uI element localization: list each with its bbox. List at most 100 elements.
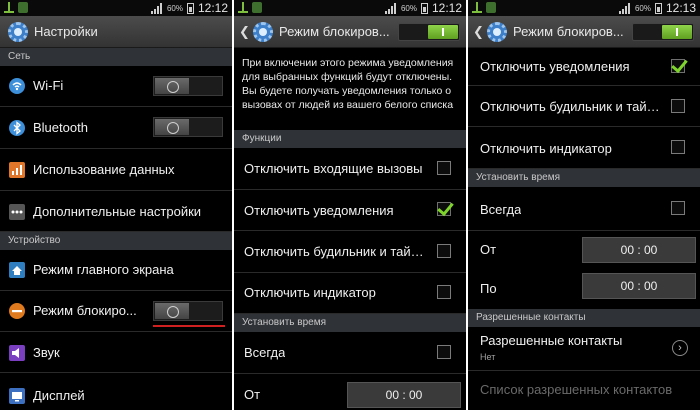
wifi-toggle[interactable] [153,76,223,96]
notification-icon [18,2,28,13]
blocking-mode-toggle[interactable] [153,301,223,321]
blocking-mode-icon [9,303,25,319]
time-from-row: От 00 : 00 [234,374,466,410]
status-bar: 60% 12:13 [468,0,700,16]
home-screen-label: Режим главного экрана [33,262,174,277]
settings-item-sound[interactable]: Звук [0,332,232,373]
to-time-field[interactable]: 00 : 00 [582,273,696,299]
to-label: По [480,281,497,296]
settings-screen: 60% 12:12 Настройки Сеть Wi-Fi Bluetooth… [0,0,232,410]
disable-indicator-label: Отключить индикатор [244,285,376,300]
battery-percent: 60% [166,3,183,13]
disable-alarm-checkbox[interactable] [437,244,451,258]
always-checkbox[interactable] [671,201,685,215]
always-checkbox[interactable] [437,345,451,359]
battery-icon [186,2,194,14]
signal-icon [384,2,397,14]
option-disable-indicator[interactable]: Отключить индикатор [468,127,700,169]
signal-icon [150,2,163,14]
settings-gear-icon [487,22,507,42]
section-header-functions: Функции [234,130,466,148]
option-disable-indicator[interactable]: Отключить индикатор [234,273,466,314]
battery-percent: 60% [400,3,417,13]
disable-incoming-calls-checkbox[interactable] [437,161,451,175]
settings-item-more-settings[interactable]: Дополнительные настройки [0,191,232,232]
allowed-contacts-list-label: Список разрешенных контактов [480,382,673,397]
bluetooth-icon [9,120,25,136]
from-time-field[interactable]: 00 : 00 [582,237,696,263]
from-label: От [480,242,497,257]
settings-item-bluetooth[interactable]: Bluetooth [0,107,232,149]
option-disable-notifications[interactable]: Отключить уведомления [234,190,466,231]
red-underline [153,325,225,327]
option-disable-alarm[interactable]: Отключить будильник и таймер [234,231,466,273]
section-header-allowed-contacts: Разрешенные контакты [468,309,700,327]
blocking-mode-screen-scrolled: 60% 12:13 ❮ Режим блокиров... Отключить … [468,0,700,410]
disable-alarm-checkbox[interactable] [671,99,685,113]
title-bar: Настройки [0,16,232,48]
settings-gear-icon [253,22,273,42]
usb-icon [238,2,248,13]
sound-icon [9,345,25,361]
signal-icon [618,2,631,14]
settings-item-home-screen[interactable]: Режим главного экрана [0,250,232,291]
always-label: Всегда [244,345,286,360]
settings-item-display[interactable]: Дисплей [0,373,232,410]
section-header-network: Сеть [0,48,232,66]
blocking-mode-master-toggle[interactable] [398,23,460,41]
bluetooth-label: Bluetooth [33,120,88,135]
section-header-device: Устройство [0,232,232,250]
disable-alarm-label: Отключить будильник и таймер [480,99,662,114]
more-settings-label: Дополнительные настройки [33,204,202,219]
blocking-mode-label: Режим блокиро... [33,303,137,318]
display-icon [9,388,25,404]
notification-icon [486,2,496,13]
disable-indicator-checkbox[interactable] [437,285,451,299]
home-icon [9,262,25,278]
title-bar: ❮ Режим блокиров... [468,16,700,48]
display-label: Дисплей [33,388,85,403]
title-bar: ❮ Режим блокиров... [234,16,466,48]
page-title: Режим блокиров... [279,24,389,39]
disable-indicator-checkbox[interactable] [671,140,685,154]
from-label: От [244,387,261,402]
back-chevron-icon[interactable]: ❮ [239,25,250,39]
option-allowed-contacts[interactable]: Разрешенные контакты Нет › [468,327,700,371]
sound-label: Звук [33,345,60,360]
page-title: Настройки [34,24,98,39]
section-header-set-time: Установить время [234,314,466,332]
settings-item-data-usage[interactable]: Использование данных [0,149,232,191]
option-always[interactable]: Всегда [468,187,700,231]
option-disable-incoming-calls[interactable]: Отключить входящие вызовы [234,148,466,190]
option-disable-alarm[interactable]: Отключить будильник и таймер [468,86,700,127]
page-title: Режим блокиров... [513,24,623,39]
time-from-row: От 00 : 00 [468,231,700,267]
disable-alarm-label: Отключить будильник и таймер [244,244,426,259]
option-always[interactable]: Всегда [234,332,466,374]
disable-indicator-label: Отключить индикатор [480,141,612,156]
disable-incoming-calls-label: Отключить входящие вызовы [244,161,423,176]
clock: 12:13 [665,1,696,15]
time-to-row: По 00 : 00 [468,267,700,309]
battery-icon [654,2,662,14]
settings-gear-icon [8,22,28,42]
usb-icon [4,2,14,13]
usb-icon [472,2,482,13]
option-allowed-contacts-list[interactable]: Список разрешенных контактов [468,371,700,410]
disable-notifications-checkbox[interactable] [437,202,451,216]
settings-item-wifi[interactable]: Wi-Fi [0,66,232,107]
blocking-mode-master-toggle[interactable] [632,23,694,41]
bluetooth-toggle[interactable] [153,117,223,137]
battery-icon [420,2,428,14]
status-bar: 60% 12:12 [0,0,232,16]
disable-notifications-label: Отключить уведомления [480,59,630,74]
wifi-icon [9,78,25,94]
blocking-mode-screen-top: 60% 12:12 ❮ Режим блокиров... При включе… [234,0,466,410]
back-chevron-icon[interactable]: ❮ [473,25,484,39]
disable-notifications-checkbox[interactable] [671,59,685,73]
option-disable-notifications[interactable]: Отключить уведомления [468,48,700,86]
blocking-mode-description: При включении этого режима уведомления д… [242,57,454,111]
from-time-field[interactable]: 00 : 00 [347,382,461,408]
clock: 12:12 [431,1,462,15]
allowed-contacts-label: Разрешенные контакты [480,333,623,348]
